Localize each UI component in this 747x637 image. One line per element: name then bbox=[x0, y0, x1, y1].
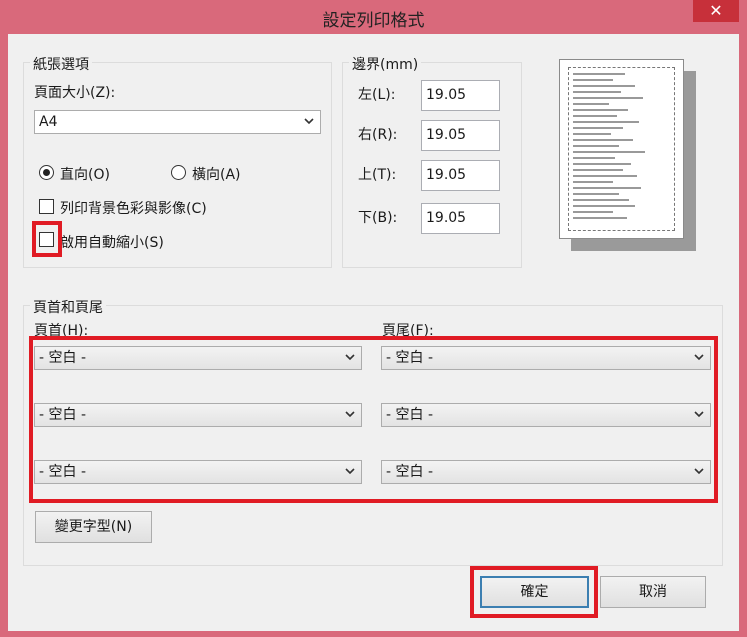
footer-select-2[interactable]: - 空白 - bbox=[381, 403, 711, 427]
footer-select-3[interactable]: - 空白 - bbox=[381, 460, 711, 484]
chevron-down-icon bbox=[694, 468, 704, 475]
cancel-button[interactable]: 取消 bbox=[600, 576, 706, 608]
header-select-1[interactable]: - 空白 - bbox=[34, 346, 362, 370]
preview-text-line bbox=[573, 97, 643, 99]
chevron-down-icon bbox=[304, 118, 314, 125]
landscape-radio[interactable] bbox=[171, 165, 186, 180]
margin-bottom-label: 下(B): bbox=[358, 210, 398, 226]
footer-select-1[interactable]: - 空白 - bbox=[381, 346, 711, 370]
print-background-checkbox[interactable] bbox=[39, 199, 54, 214]
header-select-3[interactable]: - 空白 - bbox=[34, 460, 362, 484]
preview-text-line bbox=[573, 85, 635, 87]
preview-text-line bbox=[573, 91, 621, 93]
preview-text-line bbox=[573, 109, 628, 111]
preview-text-line bbox=[573, 145, 619, 147]
preview-text-line bbox=[573, 115, 617, 117]
enable-shrink-checkbox[interactable] bbox=[39, 232, 54, 247]
preview-text-line bbox=[573, 73, 625, 75]
margin-left-label: 左(L): bbox=[358, 87, 396, 103]
title-bar: 設定列印格式 ✕ bbox=[0, 0, 747, 34]
enable-shrink-label: 啟用自動縮小(S) bbox=[60, 235, 164, 251]
chevron-down-icon bbox=[694, 354, 704, 361]
page-size-select[interactable]: A4 bbox=[34, 110, 321, 134]
header-select-1-value: - 空白 - bbox=[39, 350, 87, 366]
preview-margin-outline bbox=[568, 67, 675, 231]
margin-right-label: 右(R): bbox=[358, 127, 398, 143]
change-font-button[interactable]: 變更字型(N) bbox=[35, 511, 152, 543]
preview-text-line bbox=[573, 133, 611, 135]
page-size-label: 頁面大小(Z): bbox=[34, 85, 116, 101]
preview-text-line bbox=[573, 121, 639, 123]
paper-options-legend: 紙張選項 bbox=[30, 54, 92, 74]
header-footer-legend: 頁首和頁尾 bbox=[30, 297, 106, 317]
chevron-down-icon bbox=[345, 411, 355, 418]
header-select-2-value: - 空白 - bbox=[39, 407, 87, 423]
preview-text-line bbox=[573, 193, 619, 195]
chevron-down-icon bbox=[345, 354, 355, 361]
margin-top-input[interactable]: 19.05 bbox=[421, 160, 500, 191]
preview-text-line bbox=[573, 217, 627, 219]
margin-bottom-input[interactable]: 19.05 bbox=[421, 203, 500, 234]
margins-legend: 邊界(mm) bbox=[349, 54, 422, 74]
footer-select-2-value: - 空白 - bbox=[386, 407, 434, 423]
footer-select-1-value: - 空白 - bbox=[386, 350, 434, 366]
page-size-value: A4 bbox=[39, 114, 58, 130]
print-background-label: 列印背景色彩與影像(C) bbox=[60, 201, 207, 217]
header-label: 頁首(H): bbox=[34, 323, 89, 339]
preview-text-line bbox=[573, 139, 633, 141]
preview-text-line bbox=[573, 199, 629, 201]
preview-text-line bbox=[573, 163, 631, 165]
preview-text-line bbox=[573, 157, 615, 159]
preview-text-line bbox=[573, 205, 635, 207]
close-button[interactable]: ✕ bbox=[693, 0, 739, 22]
chevron-down-icon bbox=[694, 411, 704, 418]
page-preview-image bbox=[559, 59, 684, 239]
portrait-radio[interactable] bbox=[39, 165, 54, 180]
preview-text-line bbox=[573, 103, 609, 105]
footer-select-3-value: - 空白 - bbox=[386, 464, 434, 480]
ok-button[interactable]: 確定 bbox=[480, 576, 589, 608]
preview-text-line bbox=[573, 79, 613, 81]
window-title: 設定列印格式 bbox=[322, 11, 425, 31]
margin-right-input[interactable]: 19.05 bbox=[421, 120, 500, 151]
preview-text-line bbox=[573, 187, 641, 189]
preview-text-line bbox=[573, 151, 645, 153]
margin-top-label: 上(T): bbox=[358, 167, 397, 183]
preview-text-line bbox=[573, 127, 623, 129]
chevron-down-icon bbox=[345, 468, 355, 475]
header-select-3-value: - 空白 - bbox=[39, 464, 87, 480]
header-select-2[interactable]: - 空白 - bbox=[34, 403, 362, 427]
preview-text-line bbox=[573, 169, 623, 171]
margin-left-input[interactable]: 19.05 bbox=[421, 80, 500, 111]
preview-text-line bbox=[573, 181, 613, 183]
dialog-body: 紙張選項 頁面大小(Z): A4 直向(O) 橫向(A) 列印背景色彩與影像(C… bbox=[8, 34, 739, 631]
preview-text-line bbox=[573, 211, 613, 213]
landscape-label: 橫向(A) bbox=[192, 167, 241, 183]
preview-text-line bbox=[573, 175, 637, 177]
footer-label: 頁尾(F): bbox=[382, 323, 434, 339]
portrait-label: 直向(O) bbox=[60, 167, 110, 183]
